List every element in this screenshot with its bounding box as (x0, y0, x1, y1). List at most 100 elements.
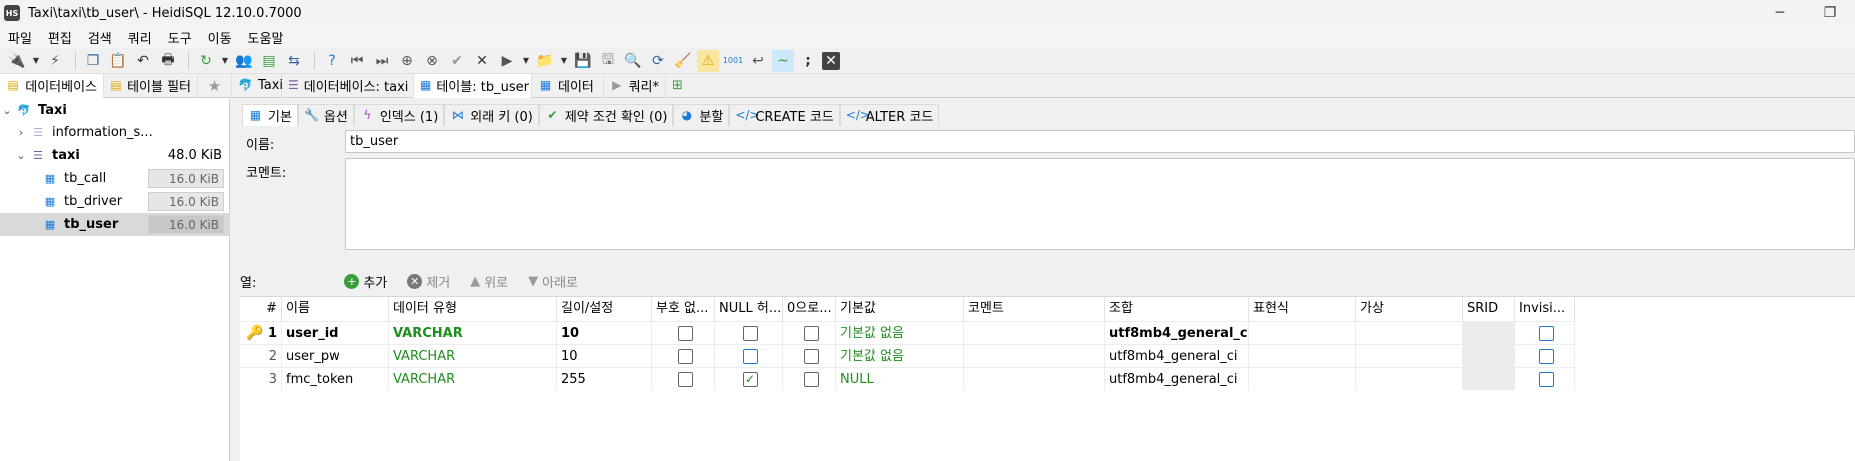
chevron-down-icon[interactable]: ⌄ (14, 149, 28, 162)
menu-edit[interactable]: 편집 (48, 28, 72, 47)
tab-query[interactable]: ▶ 쿼리* (604, 73, 666, 98)
table-name-input[interactable]: tb_user (345, 130, 1855, 153)
tree-item-taxi-db[interactable]: ⌄ ☰ taxi 48.0 KiB (0, 144, 230, 167)
col-header-type[interactable]: 데이터 유형 (389, 297, 557, 321)
col-header-default[interactable]: 기본값 (836, 297, 964, 321)
last-record-icon[interactable]: ⏭ (371, 50, 393, 72)
move-up-button[interactable]: ▲ 위로 (470, 272, 508, 291)
tab-host[interactable]: 🐬 Taxi (232, 73, 283, 98)
tab-foreign-keys[interactable]: ⋈ 외래 키 (0) (444, 104, 539, 126)
cell-virtual[interactable] (1356, 367, 1463, 390)
cell-expression[interactable] (1249, 367, 1356, 390)
menu-query[interactable]: 쿼리 (128, 28, 152, 47)
cell-invisible[interactable] (1515, 321, 1575, 344)
print-icon[interactable]: 🖶 (157, 50, 179, 72)
tab-table-filter[interactable]: ▤ 테이블 필터 (104, 73, 198, 98)
binary-icon[interactable]: 1001 (722, 50, 744, 72)
export-icon[interactable]: ▤ (258, 50, 280, 72)
cell-comment[interactable] (964, 367, 1105, 390)
new-query-tab-icon[interactable]: ⊞ (666, 74, 694, 98)
cell-type[interactable]: VARCHAR (389, 367, 557, 390)
checkbox[interactable] (677, 326, 693, 341)
cell-length[interactable]: 10 (557, 344, 652, 367)
save-icon[interactable]: 💾 (572, 50, 594, 72)
cell-default[interactable]: 기본값 없음 (836, 321, 964, 344)
user-manager-icon[interactable]: 👥 (233, 50, 255, 72)
cell-virtual[interactable] (1356, 344, 1463, 367)
tab-database-tree[interactable]: ▤ 데이터베이스 (0, 73, 104, 98)
chevron-down-icon[interactable]: ▼ (31, 50, 41, 72)
move-down-button[interactable]: ▼ 아래로 (528, 272, 578, 291)
cell-comment[interactable] (964, 344, 1105, 367)
menu-search[interactable]: 검색 (88, 28, 112, 47)
cell-srid[interactable] (1463, 321, 1515, 344)
cell-unsigned[interactable] (652, 344, 715, 367)
cancel-icon[interactable]: ✕ (471, 50, 493, 72)
col-header-srid[interactable]: SRID (1463, 297, 1515, 321)
cell-name[interactable]: user_id (282, 321, 389, 344)
cell-invisible[interactable] (1515, 367, 1575, 390)
menu-help[interactable]: 도움말 (248, 28, 284, 47)
cell-invisible[interactable] (1515, 344, 1575, 367)
cell-zerofill[interactable] (783, 367, 836, 390)
cell-type[interactable]: VARCHAR (389, 321, 557, 344)
tab-options[interactable]: 🔧 옵션 (297, 104, 354, 126)
cell-null[interactable] (715, 321, 783, 344)
tree-item-table[interactable]: ▦ tb_call 16.0 KiB (0, 167, 230, 190)
menu-goto[interactable]: 이동 (208, 28, 232, 47)
col-header-virtual[interactable]: 가상 (1356, 297, 1463, 321)
cell-name[interactable]: fmc_token (282, 367, 389, 390)
tree-item-information-schema[interactable]: › ☰ information_s... (0, 121, 230, 144)
paste-icon[interactable]: 📋 (107, 50, 129, 72)
col-header-num[interactable]: # (240, 297, 282, 321)
first-record-icon[interactable]: ⏮ (346, 50, 368, 72)
tab-check-constraints[interactable]: ✔ 제약 조건 확인 (0) (538, 104, 674, 126)
tab-data[interactable]: ▦ 데이터 (532, 73, 604, 98)
add-record-icon[interactable]: ⊕ (396, 50, 418, 72)
cell-null[interactable] (715, 344, 783, 367)
connect-icon[interactable]: 🔌 (6, 50, 28, 72)
checkbox[interactable] (677, 349, 693, 364)
tab-database[interactable]: ☰ 데이터베이스: taxi (282, 73, 414, 98)
cell-expression[interactable] (1249, 344, 1356, 367)
table-row[interactable]: 🔑 1 (240, 321, 282, 344)
checkbox[interactable] (1539, 349, 1554, 364)
tab-basic[interactable]: ▦ 기본 (242, 104, 298, 126)
execute-icon[interactable]: ▶ (496, 50, 518, 72)
clear-icon[interactable]: 🧹 (672, 50, 694, 72)
menu-file[interactable]: 파일 (8, 28, 32, 47)
cell-null[interactable]: ✓ (715, 367, 783, 390)
col-header-length[interactable]: 길이/설정 (557, 297, 652, 321)
cell-length[interactable]: 255 (557, 367, 652, 390)
cell-zerofill[interactable] (783, 321, 836, 344)
cell-unsigned[interactable] (652, 367, 715, 390)
menu-tools[interactable]: 도구 (168, 28, 192, 47)
checkbox[interactable] (677, 372, 693, 387)
tree-item-host[interactable]: ⌄ 🐬 Taxi (0, 99, 230, 122)
save-as-icon[interactable]: 🖫 (597, 50, 619, 72)
cell-collation[interactable]: utf8mb4_general_ci (1105, 321, 1249, 344)
cell-expression[interactable] (1249, 321, 1356, 344)
disconnect-icon[interactable]: ⚡ (44, 50, 66, 72)
cell-collation[interactable]: utf8mb4_general_ci (1105, 367, 1249, 390)
checkbox[interactable] (803, 326, 819, 341)
delete-record-icon[interactable]: ⊗ (421, 50, 443, 72)
cell-default[interactable]: 기본값 없음 (836, 344, 964, 367)
col-header-zerofill[interactable]: 0으로... (783, 297, 836, 321)
cell-name[interactable]: user_pw (282, 344, 389, 367)
help-icon[interactable]: ? (321, 50, 343, 72)
add-column-button[interactable]: + 추가 (344, 272, 387, 291)
col-header-expression[interactable]: 표현식 (1249, 297, 1356, 321)
cell-srid[interactable] (1463, 367, 1515, 390)
cell-zerofill[interactable] (783, 344, 836, 367)
minimize-icon[interactable]: ─ (1760, 0, 1800, 26)
checkbox[interactable] (1539, 326, 1554, 341)
tree-item-table[interactable]: ▦ tb_user 16.0 KiB (0, 213, 230, 236)
tab-create-code[interactable]: </> CREATE 코드 (729, 104, 840, 126)
post-icon[interactable]: ✔ (446, 50, 468, 72)
table-comment-input[interactable] (345, 158, 1855, 250)
chevron-right-icon[interactable]: › (14, 126, 28, 139)
remove-column-button[interactable]: ✕ 제거 (407, 272, 450, 291)
chevron-down-icon[interactable]: ⌄ (0, 104, 14, 117)
cell-unsigned[interactable] (652, 321, 715, 344)
